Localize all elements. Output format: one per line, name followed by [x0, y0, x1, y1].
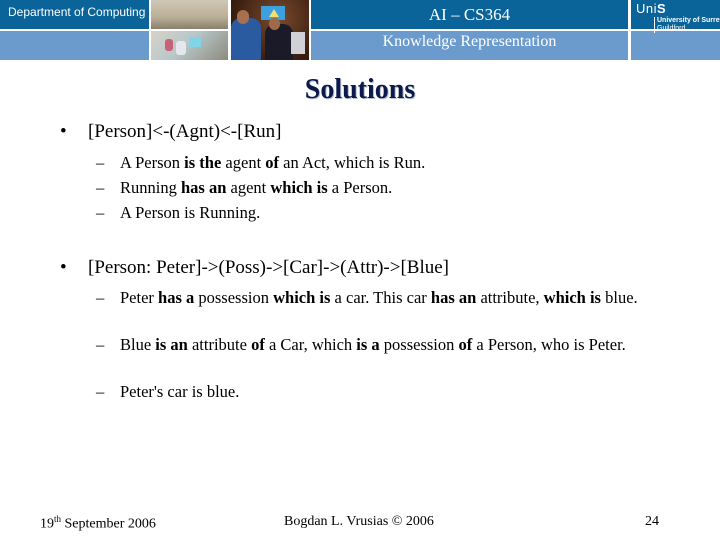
logo-uni-prefix: Uni	[636, 1, 658, 16]
footer-author: Bogdan L. Vrusias © 2006	[284, 514, 434, 529]
bold-text-segment: has a	[158, 288, 195, 307]
text-segment: Peter	[120, 288, 159, 307]
text-segment: agent	[221, 153, 266, 172]
text-segment: an Act, which is Run.	[279, 153, 426, 172]
text-segment: Running	[120, 178, 181, 197]
dash-icon: –	[96, 178, 105, 197]
sub-bullet-text: Peter has a possession which is a car. T…	[120, 286, 660, 310]
bold-text-segment: which is	[270, 178, 328, 197]
text-segment: attribute,	[476, 288, 544, 307]
bold-text-segment: which is	[273, 288, 331, 307]
photo-students-computers	[151, 31, 228, 60]
bold-text-segment: of	[265, 153, 280, 172]
date-suffix: th	[54, 514, 62, 524]
photo-presentation	[231, 0, 309, 60]
text-segment: blue.	[600, 288, 638, 307]
bold-text-segment: of	[251, 335, 265, 354]
sub-bullet-text: A Person is the agent of an Act, which i…	[120, 151, 660, 175]
date-rest: September 2006	[61, 516, 156, 532]
sub-bullet-text: Running has an agent which is a Person.	[120, 176, 660, 200]
course-subtitle: Knowledge Representation	[382, 33, 557, 50]
header-band-light-left	[0, 31, 149, 60]
logo-location: Guildford	[657, 25, 686, 32]
bullet-dot-icon: •	[60, 121, 67, 142]
sub-bullet-text: Blue is an attribute of a Car, which is …	[120, 333, 660, 357]
bold-text-segment: is a	[356, 335, 380, 354]
dash-icon: –	[96, 153, 105, 172]
dash-icon: –	[96, 382, 105, 401]
bold-text-segment: is the	[184, 153, 222, 172]
bullet-text: [Person: Peter]->(Poss)->[Car]->(Attr)->…	[88, 257, 450, 278]
university-logo: UniS University of Surrey Guildford	[636, 1, 720, 33]
dash-icon: –	[96, 203, 105, 222]
text-segment: Peter's car is blue.	[120, 382, 240, 401]
text-segment: A Person is Running.	[120, 203, 261, 222]
slide-title: Solutions	[304, 74, 416, 105]
bullet-dot-icon: •	[60, 257, 67, 278]
sub-bullet-text: A Person is Running.	[120, 201, 660, 225]
dash-icon: –	[96, 335, 105, 354]
course-title: AI – CS364	[428, 5, 511, 24]
text-segment: a Person, who is Peter.	[472, 335, 626, 354]
text-segment: possession	[194, 288, 274, 307]
text-segment: possession	[379, 335, 459, 354]
text-segment: agent	[226, 178, 271, 197]
bold-text-segment: has an	[180, 178, 227, 197]
text-segment: Blue	[120, 335, 156, 354]
text-segment: a Car, which	[264, 335, 357, 354]
text-segment: a Person.	[327, 178, 393, 197]
department-label: Department of Computing	[8, 5, 146, 19]
photo-computer-lab	[151, 0, 228, 29]
bold-text-segment: which is	[543, 288, 601, 307]
date-day: 19	[40, 516, 54, 532]
bold-text-segment: has an	[430, 288, 477, 307]
bullet-text: [Person]<-(Agnt)<-[Run]	[88, 121, 282, 142]
logo-uni-suffix: S	[657, 1, 667, 16]
page-number: 24	[645, 514, 659, 529]
text-segment: attribute	[187, 335, 252, 354]
dash-icon: –	[96, 288, 105, 307]
bold-text-segment: is an	[155, 335, 188, 354]
bold-text-segment: of	[458, 335, 473, 354]
sub-bullet-text: Peter's car is blue.	[120, 380, 660, 404]
text-segment: A Person	[120, 153, 185, 172]
footer-date: 19th September 2006	[40, 514, 156, 533]
header-band-light-logo	[631, 31, 720, 60]
logo-university-name: University of Surrey	[657, 17, 720, 24]
text-segment: a car. This car	[330, 288, 431, 307]
